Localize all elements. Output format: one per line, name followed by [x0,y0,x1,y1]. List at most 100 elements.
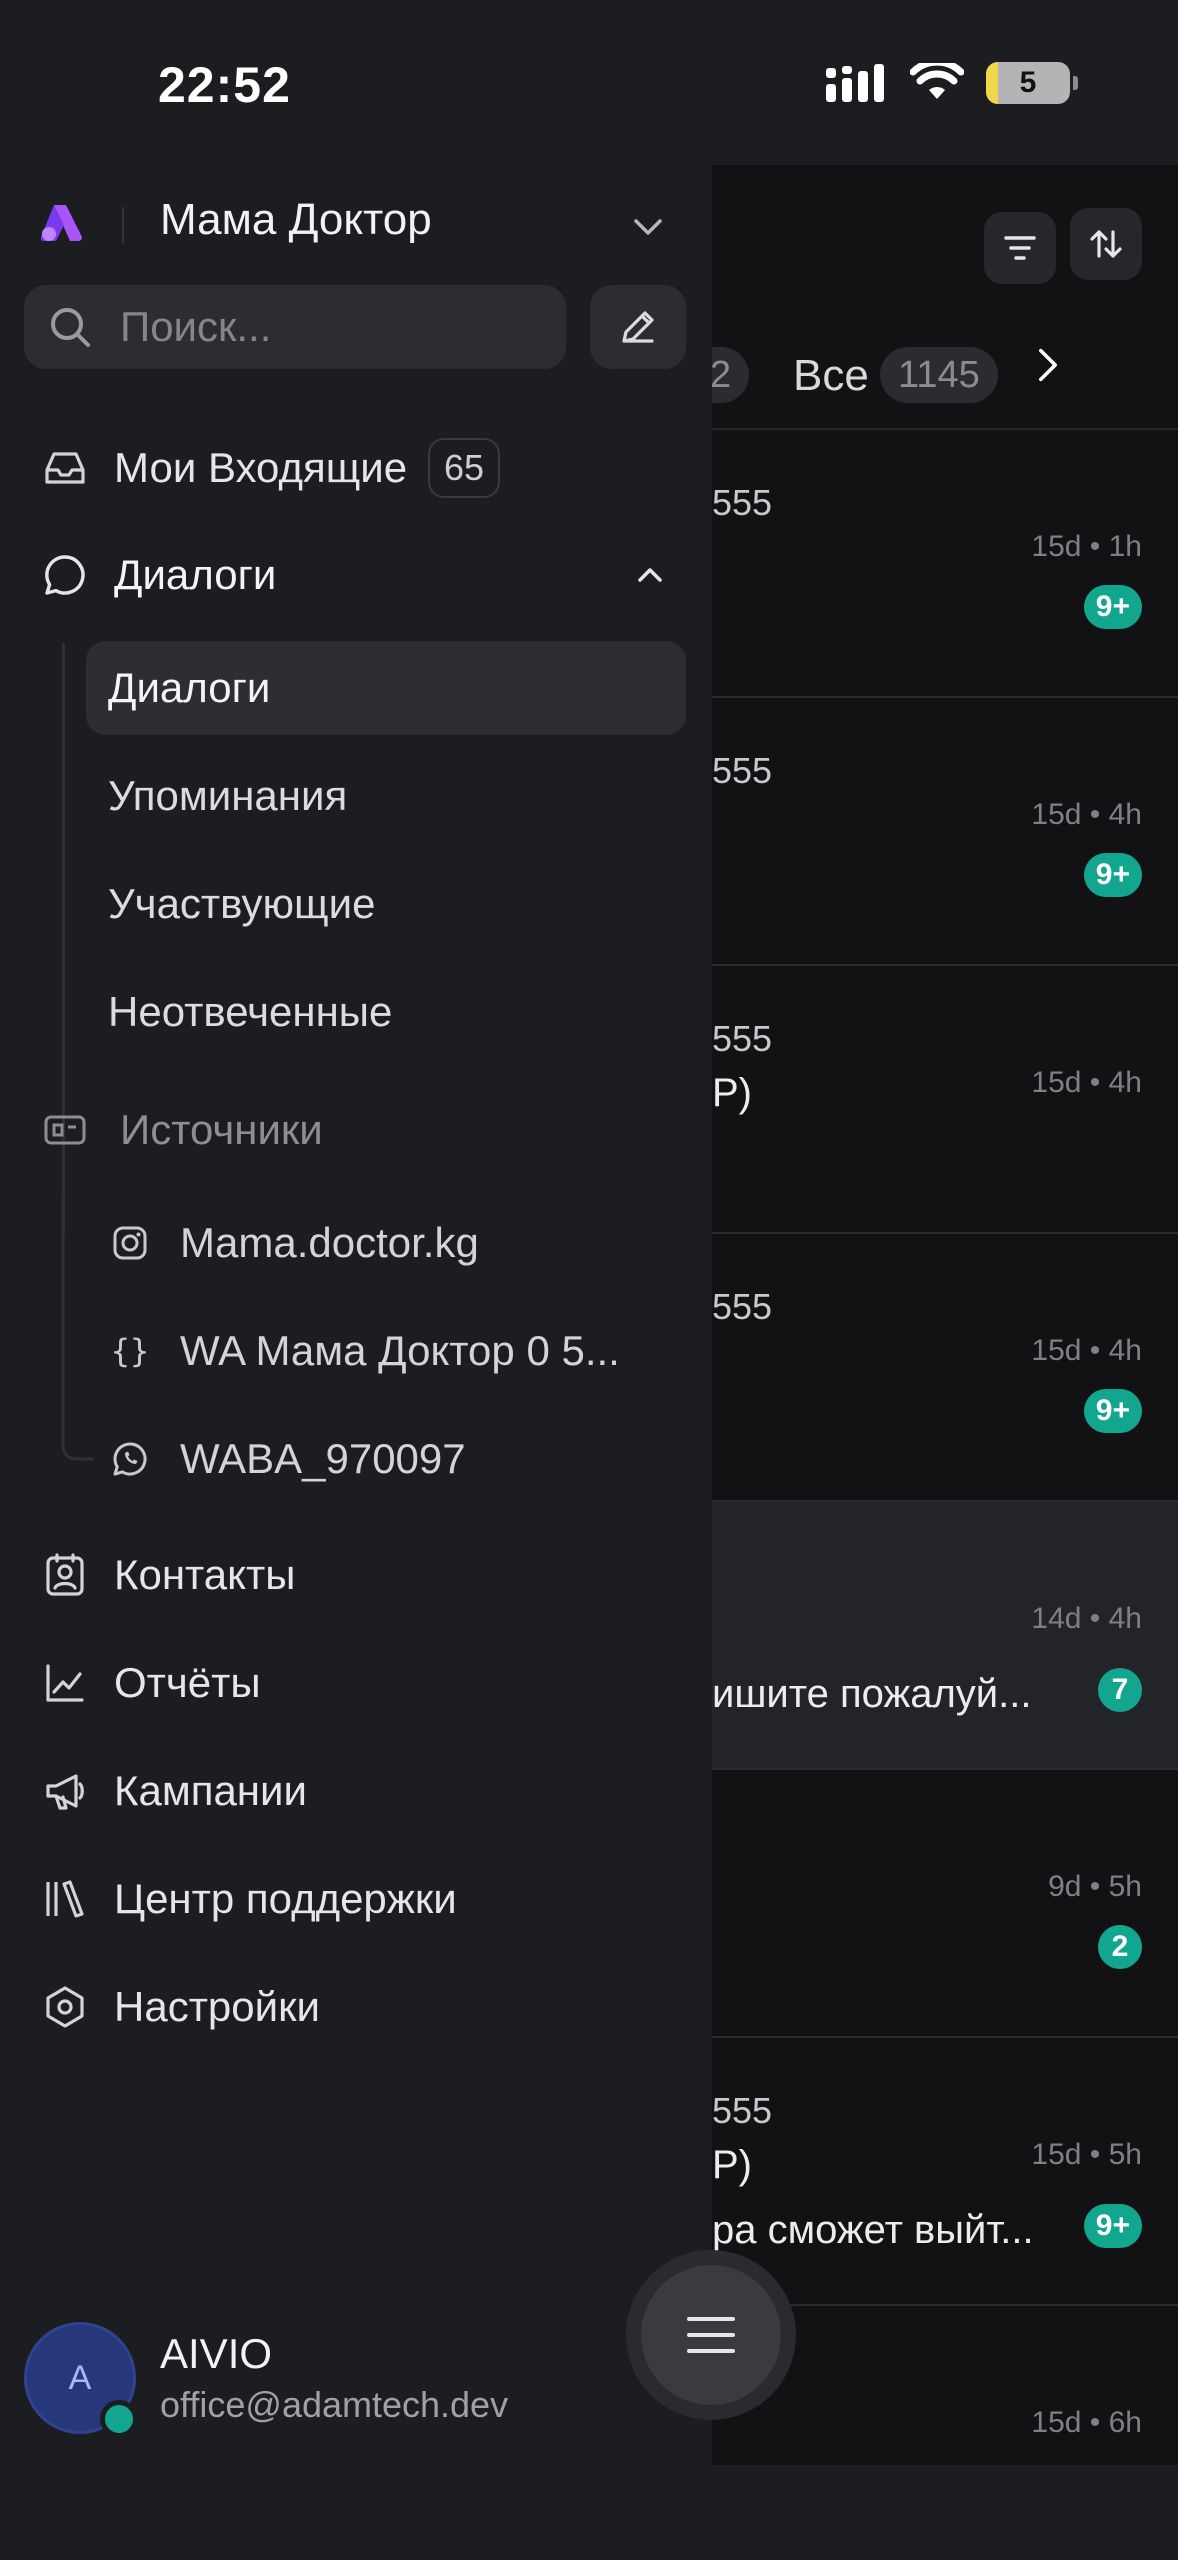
whatsapp-icon [110,1439,150,1479]
filter-icon [1004,236,1036,260]
battery-level: 5 [1019,66,1037,99]
conversation-phone: 555 [712,2090,773,2131]
unread-badge: 9+ [1083,585,1142,629]
tab-all-count: 1145 [880,347,998,403]
nav-label: Центр поддержки [114,1875,457,1922]
conversation-time: 15d • 4h [1031,1334,1142,1367]
tab-all[interactable]: Все [793,351,869,401]
workspace-switcher[interactable]: Мама Доктор [0,165,712,275]
inbox-card-icon [40,1105,90,1155]
online-status-indicator [100,2400,138,2438]
status-icons: 5 [826,62,1078,104]
settings-hexagon-icon [40,1982,90,2032]
contacts-icon [40,1550,90,1600]
megaphone-icon [40,1766,90,1816]
sources-tree-line [61,1195,94,1461]
conversation-time: 14d • 4h [1031,1602,1142,1635]
chevron-right-icon[interactable] [1030,347,1066,383]
unread-badge: 9+ [1083,2204,1142,2248]
conversation-phone: 555 [712,482,773,523]
bottom-safe-area [0,2465,1178,2560]
nav-label: Мои Входящие [114,444,408,491]
inbox-tray-icon [40,443,90,493]
nav-label: Контакты [114,1551,296,1598]
inbox-label: WA Мама Доктор 0 5... [180,1327,620,1374]
profile-email: office@adamtech.dev [160,2384,509,2425]
unread-badge: 9+ [1083,853,1142,897]
user-profile[interactable]: A AIVIO office@adamtech.dev [0,2300,712,2465]
cellular-signal-icon [826,64,884,102]
nav-help-center[interactable]: Центр поддержки [0,1854,712,1944]
conversation-time: 15d • 5h [1031,2138,1142,2171]
nav-dialogs[interactable]: Диалоги [0,530,712,620]
workspace-name: Мама Доктор [160,195,432,244]
api-braces-icon: {} [110,1332,150,1370]
menu-fab-button[interactable] [626,2250,796,2420]
nav-label: Настройки [114,1983,320,2030]
inbox-label: Mama.doctor.kg [180,1219,479,1266]
compose-button[interactable] [590,285,686,369]
library-books-icon [40,1874,90,1924]
unread-badge: 2 [1098,1925,1142,1969]
filter-button[interactable] [984,212,1056,284]
sources-section-header: Источники [0,1085,712,1175]
conversation-phone: 555 [712,1018,773,1059]
wifi-icon [910,63,964,99]
sort-arrows-icon [1090,230,1122,258]
conversation-time: 15d • 6h [1031,2406,1142,2439]
conversation-time: 15d • 1h [1031,530,1142,563]
menu-fab-inner [641,2265,781,2405]
nav-campaigns[interactable]: Кампании [0,1746,712,1836]
brand-logo-icon [40,205,82,241]
nav-my-inbox[interactable]: Мои Входящие 65 [0,423,712,513]
chat-bubble-icon [40,550,90,600]
conversation-title: P) [712,2143,752,2187]
sources-label: Источники [120,1106,323,1153]
nav-settings[interactable]: Настройки [0,1962,712,2052]
nav-contacts[interactable]: Контакты [0,1530,712,1620]
status-bar: 22:52 5 [0,0,1178,165]
profile-name: AIVIO [160,2330,273,2377]
inbox-item-waba[interactable]: WABA_970097 [110,1414,690,1504]
status-time: 22:52 [158,57,291,113]
inbox-label: WABA_970097 [180,1435,466,1482]
search-input[interactable] [120,285,540,369]
conversation-preview: ишите пожалуй... [712,1672,1032,1716]
pencil-icon [622,311,654,343]
search-field[interactable] [24,285,566,369]
unread-badge: 9+ [1083,1389,1142,1433]
sub-item-dialogs[interactable]: Диалоги [86,641,686,735]
hamburger-menu-icon [687,2317,735,2353]
nav-reports[interactable]: Отчёты [0,1638,712,1728]
sub-item-label: Упоминания [108,772,348,819]
conversation-time: 9d • 5h [1048,1870,1142,1903]
search-icon [51,308,90,347]
conversation-phone: 555 [712,1286,773,1327]
sub-item-label: Диалоги [108,664,271,711]
sub-item-mentions[interactable]: Упоминания [86,749,686,843]
inbox-item-wa[interactable]: {} WA Мама Доктор 0 5... [110,1306,690,1396]
inbox-item-instagram[interactable]: Mama.doctor.kg [110,1198,690,1288]
avatar-initial: A [68,2358,92,2397]
conversation-preview: ра сможет выйт... [712,2208,1034,2252]
divider [122,207,124,243]
chevron-down-icon [634,219,662,235]
conversation-phone: 555 [712,750,773,791]
inbox-count-badge: 65 [428,438,501,498]
sub-item-participating[interactable]: Участвующие [86,857,686,951]
sub-item-label: Неотвеченные [108,988,393,1035]
sidebar-drawer: Мама Доктор Мои Входящие 65 Диалоги Диал… [0,165,712,2465]
instagram-icon [110,1223,150,1263]
sort-button[interactable] [1070,208,1142,280]
sub-item-label: Участвующие [108,880,376,927]
conversation-title: P) [712,1071,752,1115]
sub-item-unanswered[interactable]: Неотвеченные [86,965,686,1059]
nav-label: Отчёты [114,1659,261,1706]
battery-icon: 5 [986,62,1078,104]
unread-badge: 7 [1098,1668,1142,1712]
nav-label: Кампании [114,1767,307,1814]
line-chart-icon [40,1658,90,1708]
conversation-time: 15d • 4h [1031,798,1142,831]
conversation-time: 15d • 4h [1031,1066,1142,1099]
chevron-up-icon[interactable] [630,555,670,595]
